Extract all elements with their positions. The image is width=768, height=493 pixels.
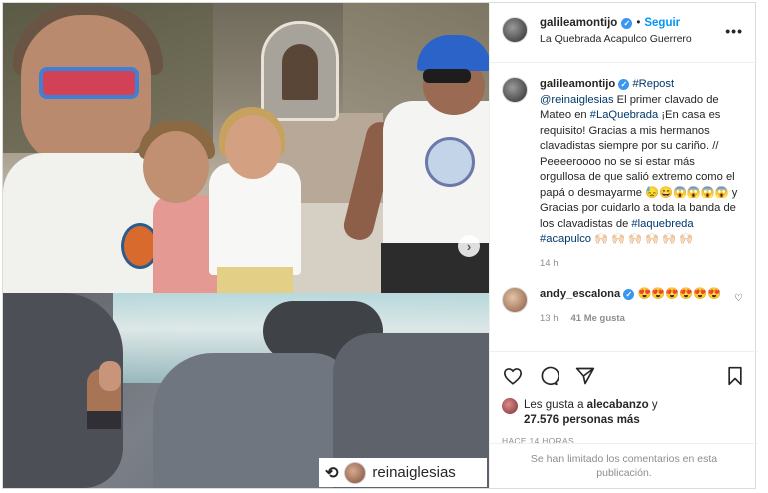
verified-badge-icon: ✓ — [621, 17, 633, 29]
comment-item: andy_escalona ✓ 😍😍😍😍😍😍 13 h 41 Me gusta … — [502, 287, 745, 326]
commenter-avatar[interactable] — [502, 287, 528, 313]
caption-body: galileamontijo ✓ #Repost @reinaiglesias … — [540, 77, 740, 271]
caption-meta: 14 h — [540, 256, 740, 272]
liker-avatar[interactable] — [502, 398, 518, 414]
caption-text-2: ¡En casa es requisito! Gracias a mis her… — [540, 109, 738, 230]
location-link[interactable]: La Quebrada Acapulco Guerrero — [540, 33, 692, 45]
hashtag-acapulco[interactable]: #acapulco — [540, 233, 591, 245]
dark-sunglasses — [423, 69, 471, 83]
commenter-username[interactable]: andy_escalona — [540, 288, 620, 300]
comment-likes[interactable]: 41 Me gusta — [571, 311, 625, 327]
repost-tag[interactable]: ⟲ reinaiglesias — [319, 458, 487, 487]
mention-reinaiglesias[interactable]: @reinaiglesias — [540, 94, 614, 106]
repost-icon: ⟲ — [325, 464, 339, 482]
child-face — [225, 115, 281, 179]
photo-group-selfie: › — [3, 3, 489, 293]
likes-text[interactable]: Les gusta a alecabanzo y 27.576 personas… — [524, 398, 658, 428]
caption: galileamontijo ✓ #Repost @reinaiglesias … — [502, 77, 745, 271]
caption-avatar[interactable] — [502, 77, 528, 103]
comment-bubble-icon[interactable] — [538, 365, 560, 387]
red-sunglasses — [39, 67, 139, 99]
header-row: galileamontijo ✓ • Seguir — [540, 17, 692, 29]
hashtag-repost[interactable]: #Repost — [632, 78, 674, 90]
comment-meta: 13 h 41 Me gusta — [540, 311, 740, 327]
save-bookmark-icon[interactable] — [724, 365, 746, 387]
comment-like-heart-icon[interactable]: ♡ — [734, 293, 743, 304]
caption-username[interactable]: galileamontijo — [540, 78, 615, 90]
header-text: galileamontijo ✓ • Seguir La Quebrada Ac… — [540, 17, 692, 45]
shrine — [261, 21, 339, 121]
diver-child — [99, 361, 121, 391]
post-side-panel: galileamontijo ✓ • Seguir La Quebrada Ac… — [489, 3, 758, 488]
verified-badge-icon: ✓ — [618, 79, 630, 91]
child-white-shirt — [209, 163, 301, 275]
likes-summary: Les gusta a alecabanzo y 27.576 personas… — [502, 398, 746, 428]
follow-button[interactable]: Seguir — [644, 17, 680, 29]
instagram-post: › ⟲ reinaiglesias galileamontijo ✓ • Seg… — [2, 2, 758, 489]
comment-time[interactable]: 13 h — [540, 311, 559, 327]
comments-section: galileamontijo ✓ #Repost @reinaiglesias … — [490, 63, 757, 351]
caption-time[interactable]: 14 h — [540, 256, 559, 272]
post-media[interactable]: › ⟲ reinaiglesias — [3, 3, 489, 488]
author-avatar[interactable] — [502, 17, 528, 43]
likes-count[interactable]: 27.576 personas más — [524, 414, 640, 426]
author-username[interactable]: galileamontijo — [540, 17, 617, 29]
verified-badge-icon: ✓ — [623, 289, 635, 301]
likes-and: y — [651, 399, 658, 411]
action-icons-row — [502, 362, 746, 390]
boy-face — [143, 131, 209, 203]
post-actions: Les gusta a alecabanzo y 27.576 personas… — [490, 351, 758, 446]
child-shorts — [217, 267, 293, 293]
repost-username: reinaiglesias — [372, 464, 456, 481]
shrine-figure — [282, 44, 318, 100]
more-options-icon[interactable]: ••• — [725, 23, 743, 39]
comment-text: 😍😍😍😍😍😍 — [637, 288, 722, 300]
caption-emoji-tail: 🙌🏻 🙌🏻 🙌🏻 🙌🏻 🙌🏻 🙌🏻 — [594, 233, 694, 245]
likes-prefix: Les gusta a — [524, 399, 584, 411]
comment-body: andy_escalona ✓ 😍😍😍😍😍😍 13 h 41 Me gusta — [540, 287, 740, 326]
share-paper-plane-icon[interactable] — [574, 365, 596, 387]
hashtag-laquebrada[interactable]: #LaQuebrada — [590, 109, 658, 121]
diver-shorts — [87, 411, 121, 429]
diver-shirt-logo — [425, 137, 475, 187]
separator-dot: • — [636, 17, 641, 29]
post-header: galileamontijo ✓ • Seguir La Quebrada Ac… — [490, 3, 757, 63]
carousel-next-button[interactable]: › — [458, 235, 480, 257]
hashtag-laquebreda[interactable]: #laquebreda — [631, 218, 693, 230]
comments-limited-notice: Se han limitado los comentarios en esta … — [490, 443, 758, 488]
repost-avatar — [344, 461, 367, 484]
like-heart-icon[interactable] — [502, 365, 524, 387]
likes-user[interactable]: alecabanzo — [587, 399, 649, 411]
